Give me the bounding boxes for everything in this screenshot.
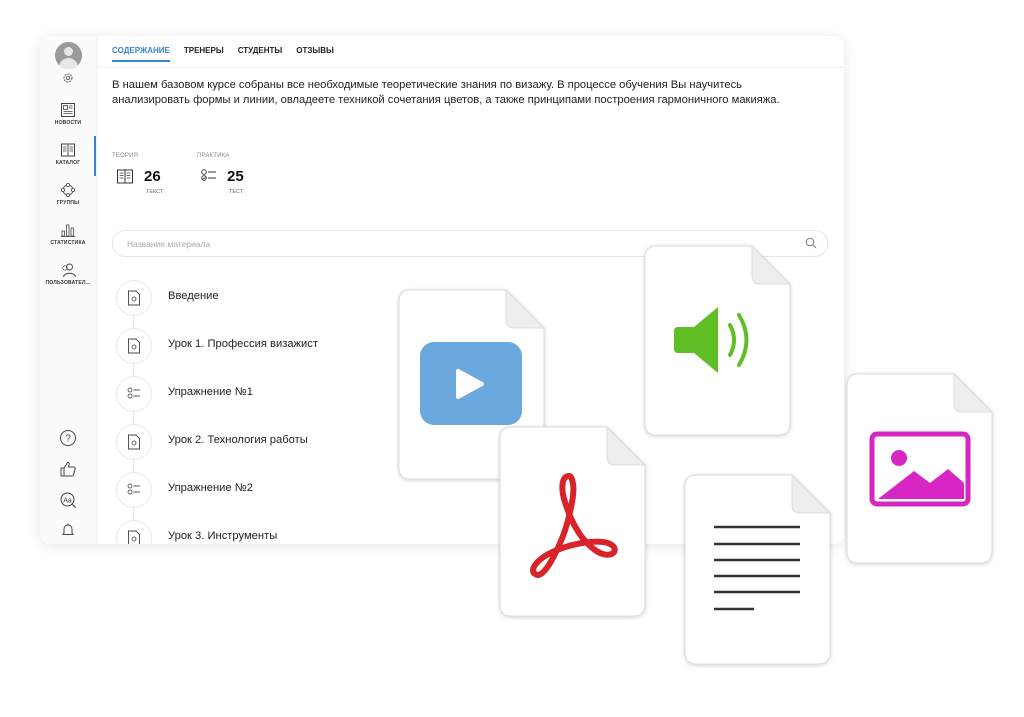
image-file-icon (844, 371, 996, 567)
practice-count: 25 (227, 168, 244, 185)
sidebar-item-news[interactable]: НОВОСТИ (40, 102, 96, 126)
course-description: В нашем базовом курсе собраны все необхо… (112, 79, 780, 106)
lesson-title: Упражнение №2 (168, 482, 253, 494)
sidebar: НОВОСТИ КАТАЛОГ ГРУППЫ СТАТИСТИКА ПОЛЬЗО… (40, 36, 97, 544)
practice-label: ПРАКТИКА (197, 153, 230, 159)
svg-text:Aa: Aa (63, 498, 72, 505)
tab-reviews[interactable]: ОТЗЫВЫ (296, 46, 334, 62)
tabs-divider (96, 67, 844, 68)
lesson-type-badge (116, 472, 152, 508)
avatar[interactable] (55, 42, 82, 69)
text-document-icon (128, 290, 140, 306)
newspaper-icon (61, 103, 75, 117)
text-document-icon (128, 434, 140, 450)
svg-text:?: ? (65, 434, 71, 445)
tab-students[interactable]: СТУДЕНТЫ (238, 46, 283, 62)
lesson-title: Упражнение №1 (168, 386, 253, 398)
sidebar-item-label: ГРУППЫ (56, 200, 80, 206)
bar-chart-icon (61, 224, 75, 237)
timeline-line (133, 362, 134, 376)
users-icon (62, 263, 76, 278)
sidebar-item-stats[interactable]: СТАТИСТИКА (40, 222, 96, 246)
list-item[interactable]: Урок 3. Инструменты (116, 520, 516, 544)
lesson-title: Урок 3. Инструменты (168, 530, 278, 542)
lesson-type-badge (116, 424, 152, 460)
text-file-icon (682, 472, 834, 668)
theory-count: 26 (144, 168, 161, 185)
theory-unit: ТЕКСТ (146, 189, 164, 195)
practice-unit: ТЕСТ (229, 189, 244, 195)
search-icon[interactable] (805, 237, 817, 249)
settings-icon[interactable] (40, 72, 96, 84)
content-tabs: СОДЕРЖАНИЕ ТРЕНЕРЫ СТУДЕНТЫ ОТЗЫВЫ (112, 46, 334, 62)
audio-file-icon (642, 243, 794, 439)
lesson-title: Урок 1. Профессия визажист (168, 338, 318, 350)
lesson-type-badge (116, 520, 152, 544)
text-document-icon (128, 530, 140, 544)
lesson-type-badge (116, 280, 152, 316)
sidebar-item-label: ПОЛЬЗОВАТЕЛ... (45, 280, 91, 286)
sidebar-item-label: КАТАЛОГ (55, 160, 81, 166)
theory-label: ТЕОРИЯ (112, 153, 139, 159)
bell-icon[interactable] (40, 522, 96, 538)
sidebar-item-catalog[interactable]: КАТАЛОГ (40, 142, 96, 166)
lesson-title: Введение (168, 290, 219, 302)
text-document-icon (128, 338, 140, 354)
timeline-line (133, 506, 134, 520)
lesson-title: Урок 2. Технология работы (168, 434, 308, 446)
practice-checklist-icon (201, 169, 216, 181)
active-indicator (94, 136, 96, 176)
sidebar-item-label: СТАТИСТИКА (50, 240, 86, 246)
timeline-line (133, 410, 134, 424)
thumbs-up-icon[interactable] (40, 460, 96, 478)
sidebar-item-label: НОВОСТИ (54, 120, 82, 126)
theory-book-icon (117, 169, 133, 184)
groups-icon (60, 182, 75, 197)
language-icon[interactable]: Aa (40, 491, 96, 509)
lesson-type-badge (116, 376, 152, 412)
sidebar-item-users[interactable]: ПОЛЬЗОВАТЕЛ... (40, 262, 96, 286)
tab-trainers[interactable]: ТРЕНЕРЫ (184, 46, 224, 62)
lesson-type-badge (116, 328, 152, 364)
timeline-line (133, 458, 134, 472)
checklist-icon (127, 387, 140, 399)
timeline-line (133, 314, 134, 328)
checklist-icon (127, 483, 140, 495)
sidebar-item-groups[interactable]: ГРУППЫ (40, 182, 96, 206)
catalog-book-icon (61, 143, 75, 157)
tab-contents[interactable]: СОДЕРЖАНИЕ (112, 46, 170, 62)
pdf-file-icon (497, 424, 649, 620)
help-icon[interactable]: ? (40, 429, 96, 447)
